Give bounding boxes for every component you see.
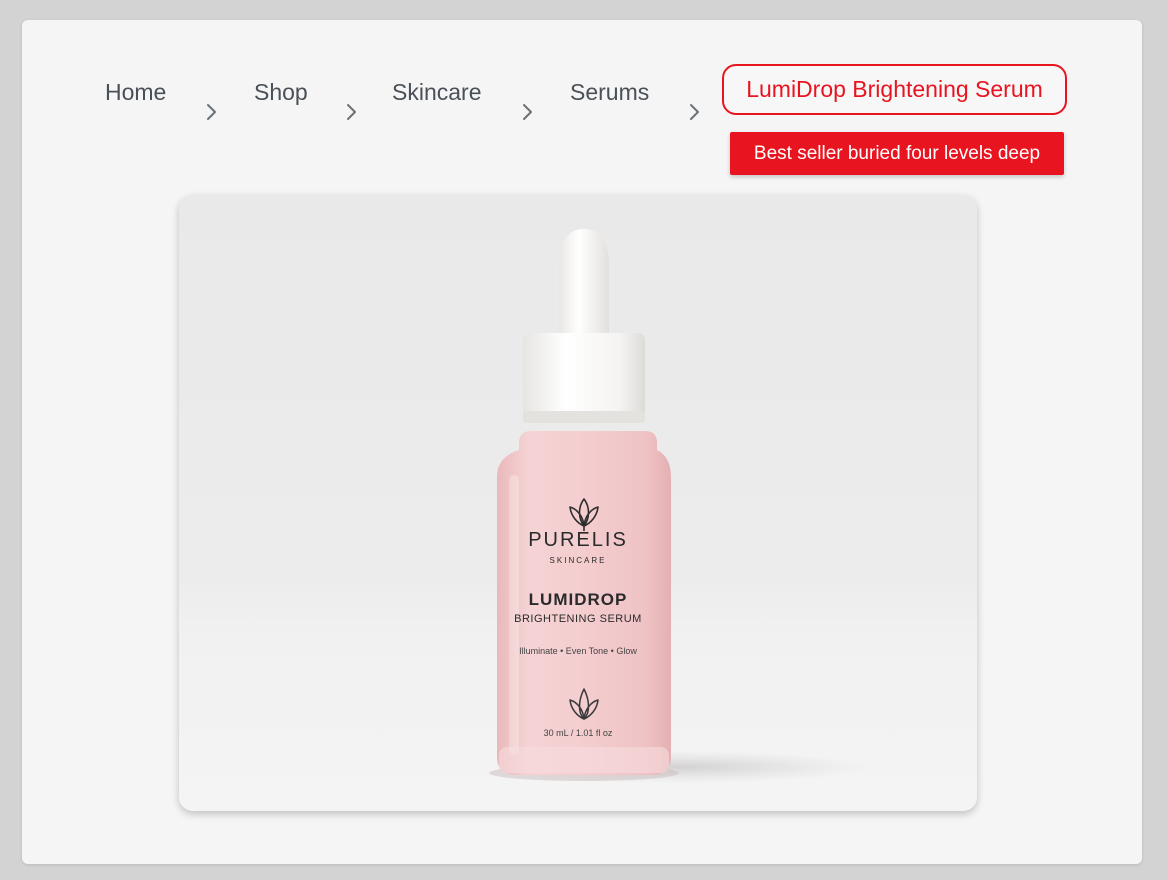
serum-bottle-illustration	[489, 229, 869, 783]
breadcrumb-item-home[interactable]: Home	[105, 78, 166, 106]
bottle-benefits: Illuminate • Even Tone • Glow	[519, 646, 637, 656]
page-panel: Home Shop Skincare Serums LumiDrop Brigh…	[22, 20, 1142, 864]
product-image: PURELIS SKINCARE LUMIDROP BRIGHTENING SE…	[179, 195, 977, 811]
chevron-right-icon	[683, 101, 705, 123]
bottle-product-subtitle: BRIGHTENING SERUM	[514, 613, 642, 625]
breadcrumb-item-shop[interactable]: Shop	[254, 78, 308, 106]
chevron-right-icon	[516, 101, 538, 123]
bottle-product-name: LUMIDROP	[528, 590, 628, 609]
breadcrumb-item-serums[interactable]: Serums	[570, 78, 649, 106]
chevron-right-icon	[200, 101, 222, 123]
annotation-callout: Best seller buried four levels deep	[730, 132, 1064, 175]
chevron-right-icon	[340, 101, 362, 123]
breadcrumb-current-page[interactable]: LumiDrop Brightening Serum	[722, 64, 1067, 115]
bottle-volume: 30 mL / 1.01 fl oz	[543, 728, 613, 738]
breadcrumb-item-skincare[interactable]: Skincare	[392, 78, 481, 106]
bottle-brand: PURELIS	[528, 529, 628, 551]
bottle-brand-sub: SKINCARE	[549, 556, 607, 565]
